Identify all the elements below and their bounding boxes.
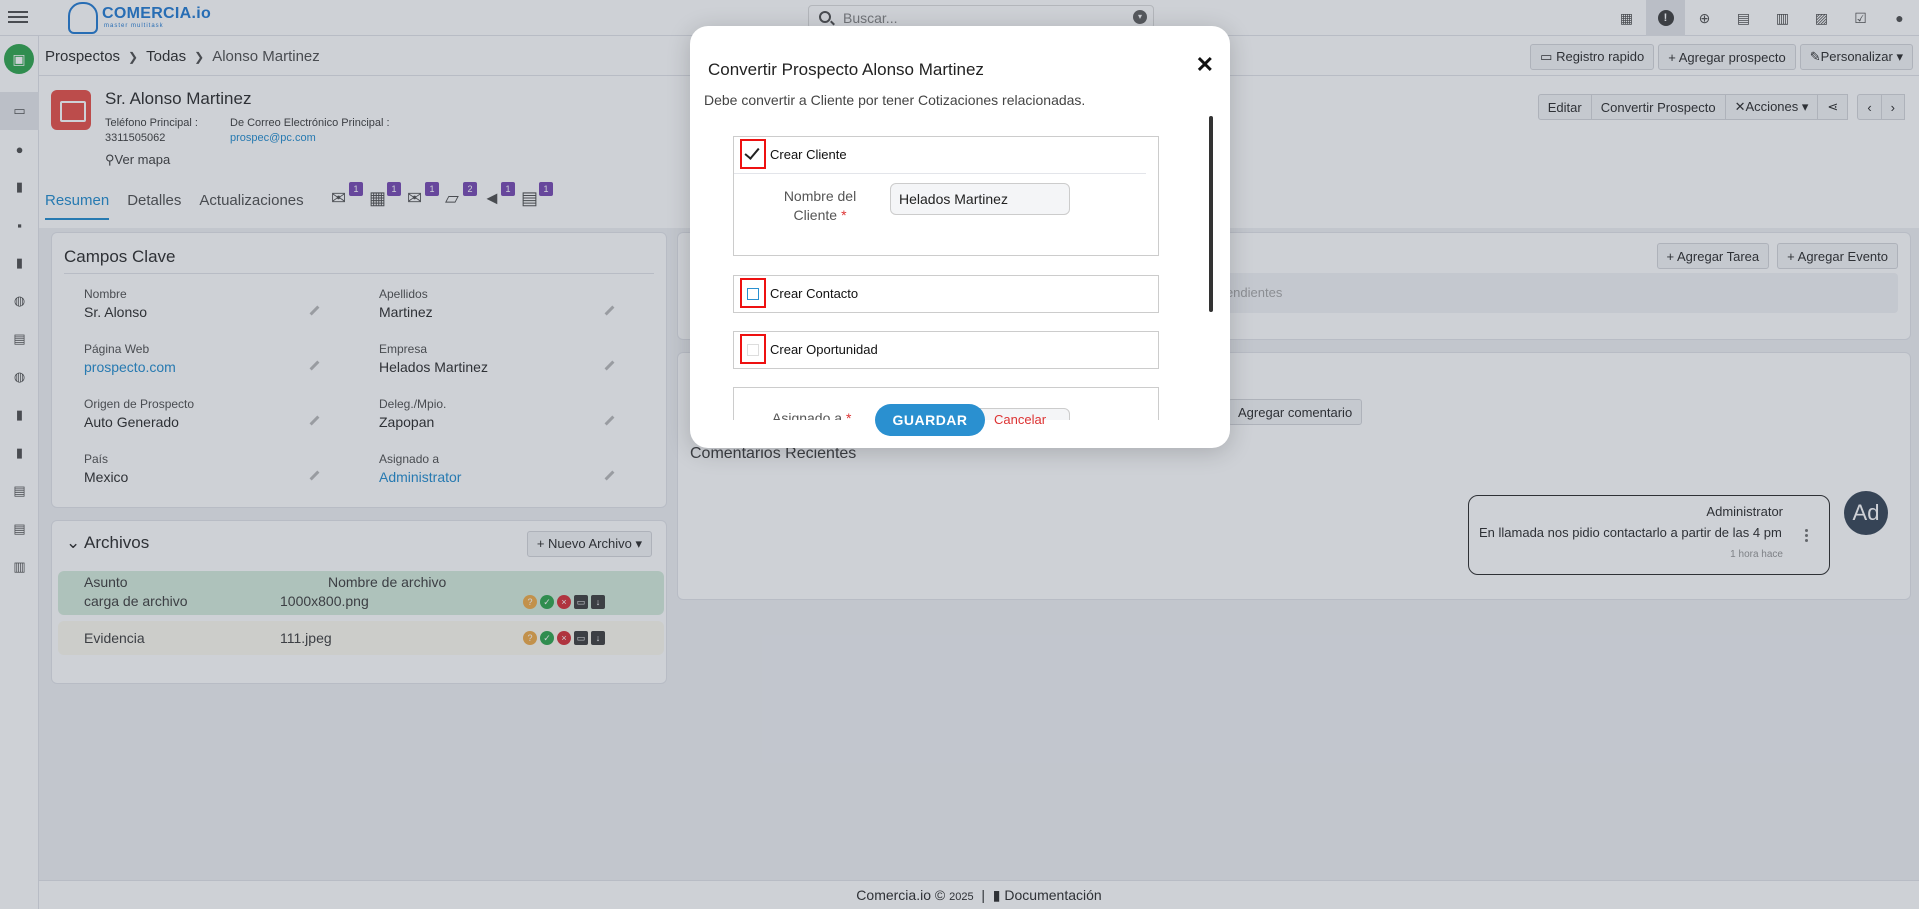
- required-mark: *: [841, 207, 847, 223]
- crear-cliente-checkbox[interactable]: [740, 139, 766, 169]
- cancelar-link[interactable]: Cancelar: [994, 412, 1046, 427]
- crear-contacto-label: Crear Contacto: [770, 286, 859, 301]
- check-icon: [744, 144, 760, 160]
- required-mark: *: [845, 410, 852, 420]
- modal-note: Debe convertir a Cliente por tener Cotiz…: [704, 92, 1086, 108]
- modal-title: Convertir Prospecto Alonso Martinez: [708, 60, 984, 79]
- nombre-cliente-label-1: Nombre del: [783, 188, 857, 204]
- checkbox-box: [747, 344, 759, 356]
- convert-prospect-modal: Convertir Prospecto Alonso Martinez ✕ De…: [690, 26, 1230, 448]
- crear-oportunidad-checkbox[interactable]: [740, 334, 766, 364]
- section-crear-oportunidad: Crear Oportunidad: [733, 331, 1159, 369]
- asignado-label-text: Asignado a: [772, 410, 843, 420]
- asignado-label: Asignado a *: [772, 410, 851, 420]
- section-crear-contacto: Crear Contacto: [733, 275, 1159, 313]
- section-crear-cliente: Crear Cliente Nombre del Cliente * Helados…: [733, 136, 1159, 256]
- crear-cliente-label: Crear Cliente: [770, 147, 847, 162]
- modal-scrollbar[interactable]: [1208, 116, 1214, 420]
- modal-body: Debe convertir a Cliente por tener Cotiz…: [690, 88, 1215, 420]
- crear-oportunidad-label: Crear Oportunidad: [770, 342, 878, 357]
- nombre-cliente-label: Nombre del Cliente *: [774, 187, 866, 225]
- nombre-cliente-label-2: Cliente: [793, 207, 838, 223]
- crear-contacto-checkbox[interactable]: [740, 278, 766, 308]
- app-background: COMERCIA.io master multitask Buscar... ▾…: [0, 0, 1919, 909]
- close-icon[interactable]: ✕: [1196, 52, 1214, 78]
- nombre-cliente-input[interactable]: Helados Martinez: [890, 183, 1070, 215]
- guardar-button[interactable]: GUARDAR: [875, 404, 985, 436]
- checkbox-box: [747, 288, 759, 300]
